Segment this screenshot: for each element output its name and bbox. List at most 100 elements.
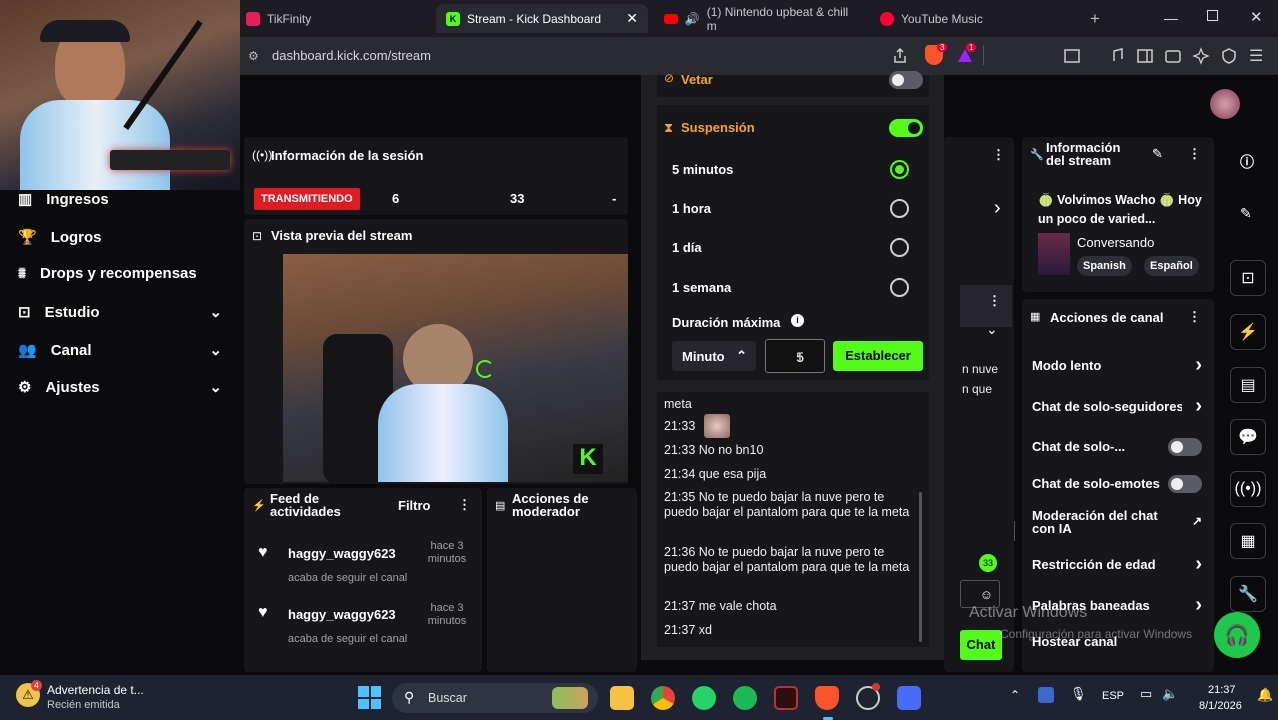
brave-icon[interactable] (815, 686, 839, 710)
clock-date[interactable]: 8/1/2026 (1199, 700, 1242, 712)
close-tab-icon[interactable]: ✕ (626, 10, 638, 27)
info-icon[interactable]: i (791, 314, 804, 327)
site-settings-icon[interactable]: ⚙ (248, 49, 259, 63)
kebab-menu-icon[interactable]: ⋮ (1188, 309, 1201, 325)
tab-youtube-nintendo[interactable]: 🔊 (1) Nintendo upbeat & chill m (654, 4, 859, 33)
duration-radio-1h[interactable] (890, 199, 909, 218)
minimize-icon[interactable]: — (1164, 10, 1178, 26)
duration-radio-5min[interactable] (890, 160, 909, 179)
avatar[interactable] (1210, 89, 1240, 119)
file-explorer-icon[interactable] (610, 686, 634, 710)
activity-time: hace 3 minutos (427, 602, 467, 627)
solo-emotes-toggle[interactable] (1168, 475, 1202, 493)
windows-start-icon[interactable] (358, 686, 381, 709)
stream-info-panel: 🔧 Información del stream ✎ ⋮ 🍈 Volvimos … (1022, 137, 1214, 292)
chrome-icon[interactable] (651, 686, 675, 710)
tab-tikfinity[interactable]: TikFinity (236, 4, 426, 33)
broadcast-icon[interactable]: ((•)) (1230, 471, 1266, 507)
activity-user[interactable]: haggy_waggy623 (288, 607, 396, 622)
tab-youtube-music[interactable]: YouTube Music (870, 4, 1070, 33)
camera-scan-icon[interactable]: ⊡ (1230, 260, 1266, 296)
volume-icon[interactable]: 🔈 (1162, 686, 1178, 702)
chat-message: 21:34 que esa pija (664, 467, 767, 481)
chat-bubble-icon[interactable]: 💬 (1230, 419, 1266, 455)
suspension-toggle[interactable] (889, 119, 923, 137)
tab-kick-dashboard[interactable]: K Stream - Kick Dashboard ✕ (436, 4, 648, 33)
sidebar-item-canal[interactable]: 👥 Canal ⌄ (18, 341, 228, 360)
chevron-right-icon: › (1195, 399, 1202, 414)
alert-badge: 1 (966, 43, 977, 52)
lightning-icon[interactable]: ⚡ (1230, 314, 1266, 350)
network-icon[interactable]: ▭ (1140, 686, 1152, 702)
notifications-icon[interactable]: 🔔 (1257, 687, 1273, 703)
notification-title[interactable]: Advertencia de t... (47, 683, 144, 697)
kebab-menu-icon[interactable]: ⋮ (458, 497, 471, 513)
obs-icon[interactable] (774, 686, 798, 710)
sidebar-item-logros[interactable]: 🏆 Logros (18, 228, 228, 247)
kebab-menu-icon[interactable]: ⋮ (988, 293, 1001, 309)
clock-time[interactable]: 21:37 (1208, 684, 1236, 696)
roblox-icon[interactable] (897, 686, 921, 710)
new-tab-icon[interactable]: + (1090, 9, 1100, 29)
media-icon[interactable] (1108, 47, 1126, 65)
wallet-icon[interactable] (1164, 47, 1182, 65)
sidebar-item-ajustes[interactable]: ⚙ Ajustes ⌄ (18, 378, 228, 397)
leo-ai-icon[interactable] (1192, 47, 1210, 65)
vpn-icon[interactable] (1220, 47, 1238, 65)
category-name[interactable]: Conversando (1077, 235, 1154, 250)
action-modo-lento[interactable]: Modo lento › (1032, 354, 1204, 376)
sidebar-item-ingresos[interactable]: ▥ Ingresos (18, 190, 228, 209)
pencil-icon[interactable]: ✎ (1152, 146, 1163, 162)
session-info-panel: ((•)) Información de la sesión TRANSMITI… (244, 137, 628, 215)
reader-mode-icon[interactable] (1063, 47, 1081, 65)
sidebar-item-drops[interactable]: ⩩ Drops y recompensas (18, 265, 228, 282)
chat-send-button[interactable]: Chat (960, 630, 1002, 660)
action-solo-subs[interactable]: Chat de solo-... (1032, 438, 1204, 456)
edit-icon[interactable]: ✎ (1240, 205, 1252, 222)
duration-radio-1w[interactable] (890, 278, 909, 297)
action-solo-emotes[interactable]: Chat de solo-emotes (1032, 475, 1204, 493)
chevron-up-icon[interactable]: ⌃ (1010, 688, 1020, 702)
whatsapp-icon[interactable] (692, 686, 716, 710)
chevron-right-icon[interactable]: › (994, 197, 1001, 220)
tab-label: (1) Nintendo upbeat & chill m (706, 4, 849, 33)
kebab-menu-icon[interactable]: ⋮ (992, 147, 1005, 163)
defender-icon[interactable] (1038, 687, 1054, 703)
layout-icon[interactable]: ▦ (1230, 523, 1266, 559)
info-icon[interactable]: ⓘ (1240, 152, 1254, 172)
duration-radio-1d[interactable] (890, 238, 909, 257)
menu-icon[interactable]: ☰ (1249, 46, 1263, 66)
action-restriccion-edad[interactable]: Restricción de edad › (1032, 553, 1204, 575)
chat-scrollbar[interactable] (919, 492, 922, 642)
sidebar-toggle-icon[interactable] (1136, 47, 1154, 65)
duration-input[interactable]: 5 (765, 339, 825, 373)
chevron-down-icon[interactable]: ⌄ (986, 321, 998, 338)
filter-button[interactable]: Filtro (398, 498, 431, 513)
vetar-toggle[interactable] (889, 71, 923, 89)
solo-subs-toggle[interactable] (1168, 438, 1202, 456)
stream-preview-video[interactable]: K (283, 254, 628, 482)
unit-select[interactable]: Minuto ⌃ (672, 341, 756, 371)
maximize-icon[interactable] (1207, 10, 1218, 21)
support-headset-icon[interactable]: 🎧 (1214, 612, 1260, 658)
spotify-icon[interactable] (733, 686, 757, 710)
tools-icon[interactable]: 🔧 (1230, 576, 1266, 612)
microphone-icon[interactable]: 🎙 (1070, 686, 1087, 702)
url-field[interactable]: dashboard.kick.com/stream (272, 48, 431, 63)
share-icon[interactable] (891, 47, 909, 65)
establecer-button[interactable]: Establecer (833, 341, 923, 371)
tag-chip[interactable]: Spanish (1077, 256, 1132, 276)
sidebar-item-estudio[interactable]: ⊡ Estudio ⌄ (18, 303, 228, 322)
activity-user[interactable]: haggy_waggy623 (288, 546, 396, 561)
action-moderacion-ia[interactable]: Moderación del chat con IA ↗ (1032, 509, 1204, 535)
tag-chip[interactable]: Español (1144, 256, 1199, 276)
scrollbar[interactable] (1014, 521, 1015, 541)
notes-icon[interactable]: ▤ (1230, 367, 1266, 403)
jersey-shape (20, 100, 170, 190)
language-indicator[interactable]: ESP (1102, 690, 1124, 702)
close-window-icon[interactable]: ✕ (1250, 8, 1263, 26)
taskbar-search[interactable]: ⚲ Buscar (392, 683, 598, 713)
action-solo-seguidores[interactable]: Chat de solo-seguidores › (1032, 399, 1204, 414)
kebab-menu-icon[interactable]: ⋮ (1188, 146, 1201, 162)
webcam-overlay (0, 0, 240, 190)
